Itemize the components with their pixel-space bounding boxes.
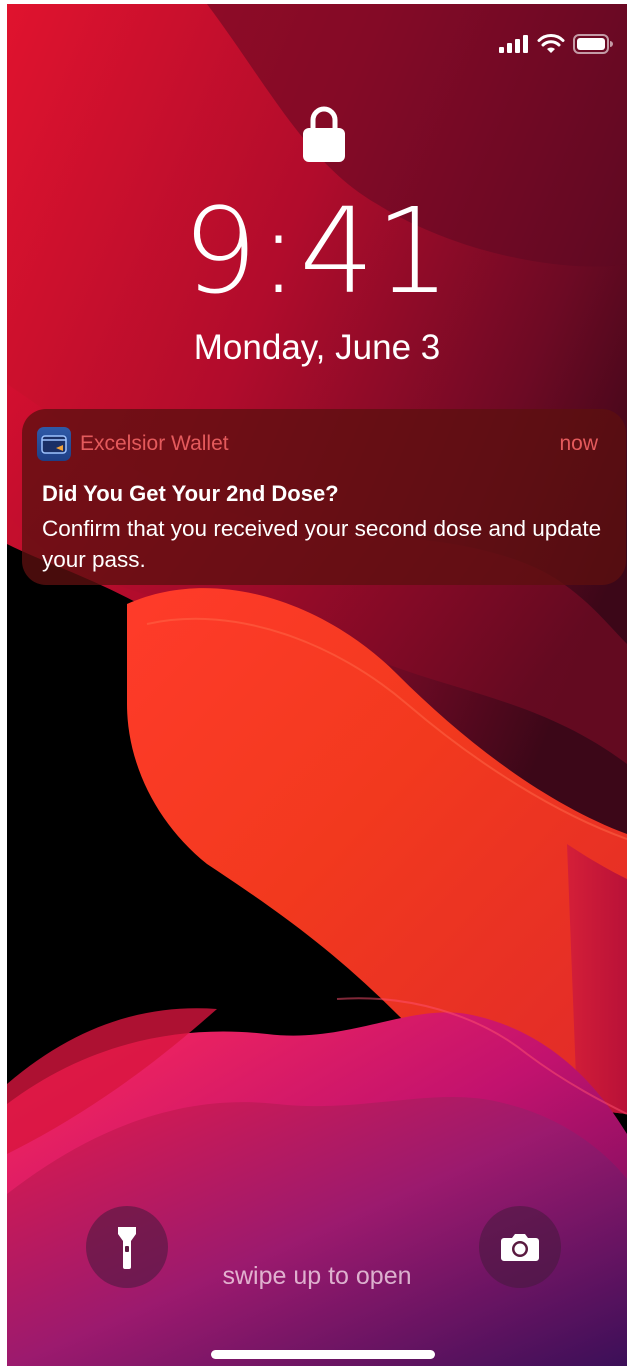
cellular-signal-icon — [499, 35, 529, 57]
wallet-app-icon — [37, 427, 71, 461]
wifi-icon — [537, 34, 565, 58]
status-bar — [499, 34, 613, 58]
notification-body: Confirm that you received your second do… — [42, 516, 602, 572]
notification-title: Did You Get Your 2nd Dose? — [42, 481, 339, 506]
camera-icon — [501, 1234, 539, 1261]
lock-screen: 9:41 Monday, June 3 Excelsior Wallet now… — [7, 4, 627, 1366]
notification-app-name: Excelsior Wallet — [80, 432, 229, 455]
battery-icon — [573, 34, 613, 58]
home-indicator[interactable] — [211, 1350, 435, 1359]
notification-time: now — [559, 432, 598, 455]
lock-screen-time: 9:41 — [182, 182, 452, 320]
notification-card[interactable]: Excelsior Wallet now Did You Get Your 2n… — [22, 409, 626, 585]
swipe-up-hint: swipe up to open — [222, 1262, 412, 1290]
lock-screen-date: Monday, June 3 — [193, 328, 441, 367]
padlock-icon — [303, 106, 345, 162]
